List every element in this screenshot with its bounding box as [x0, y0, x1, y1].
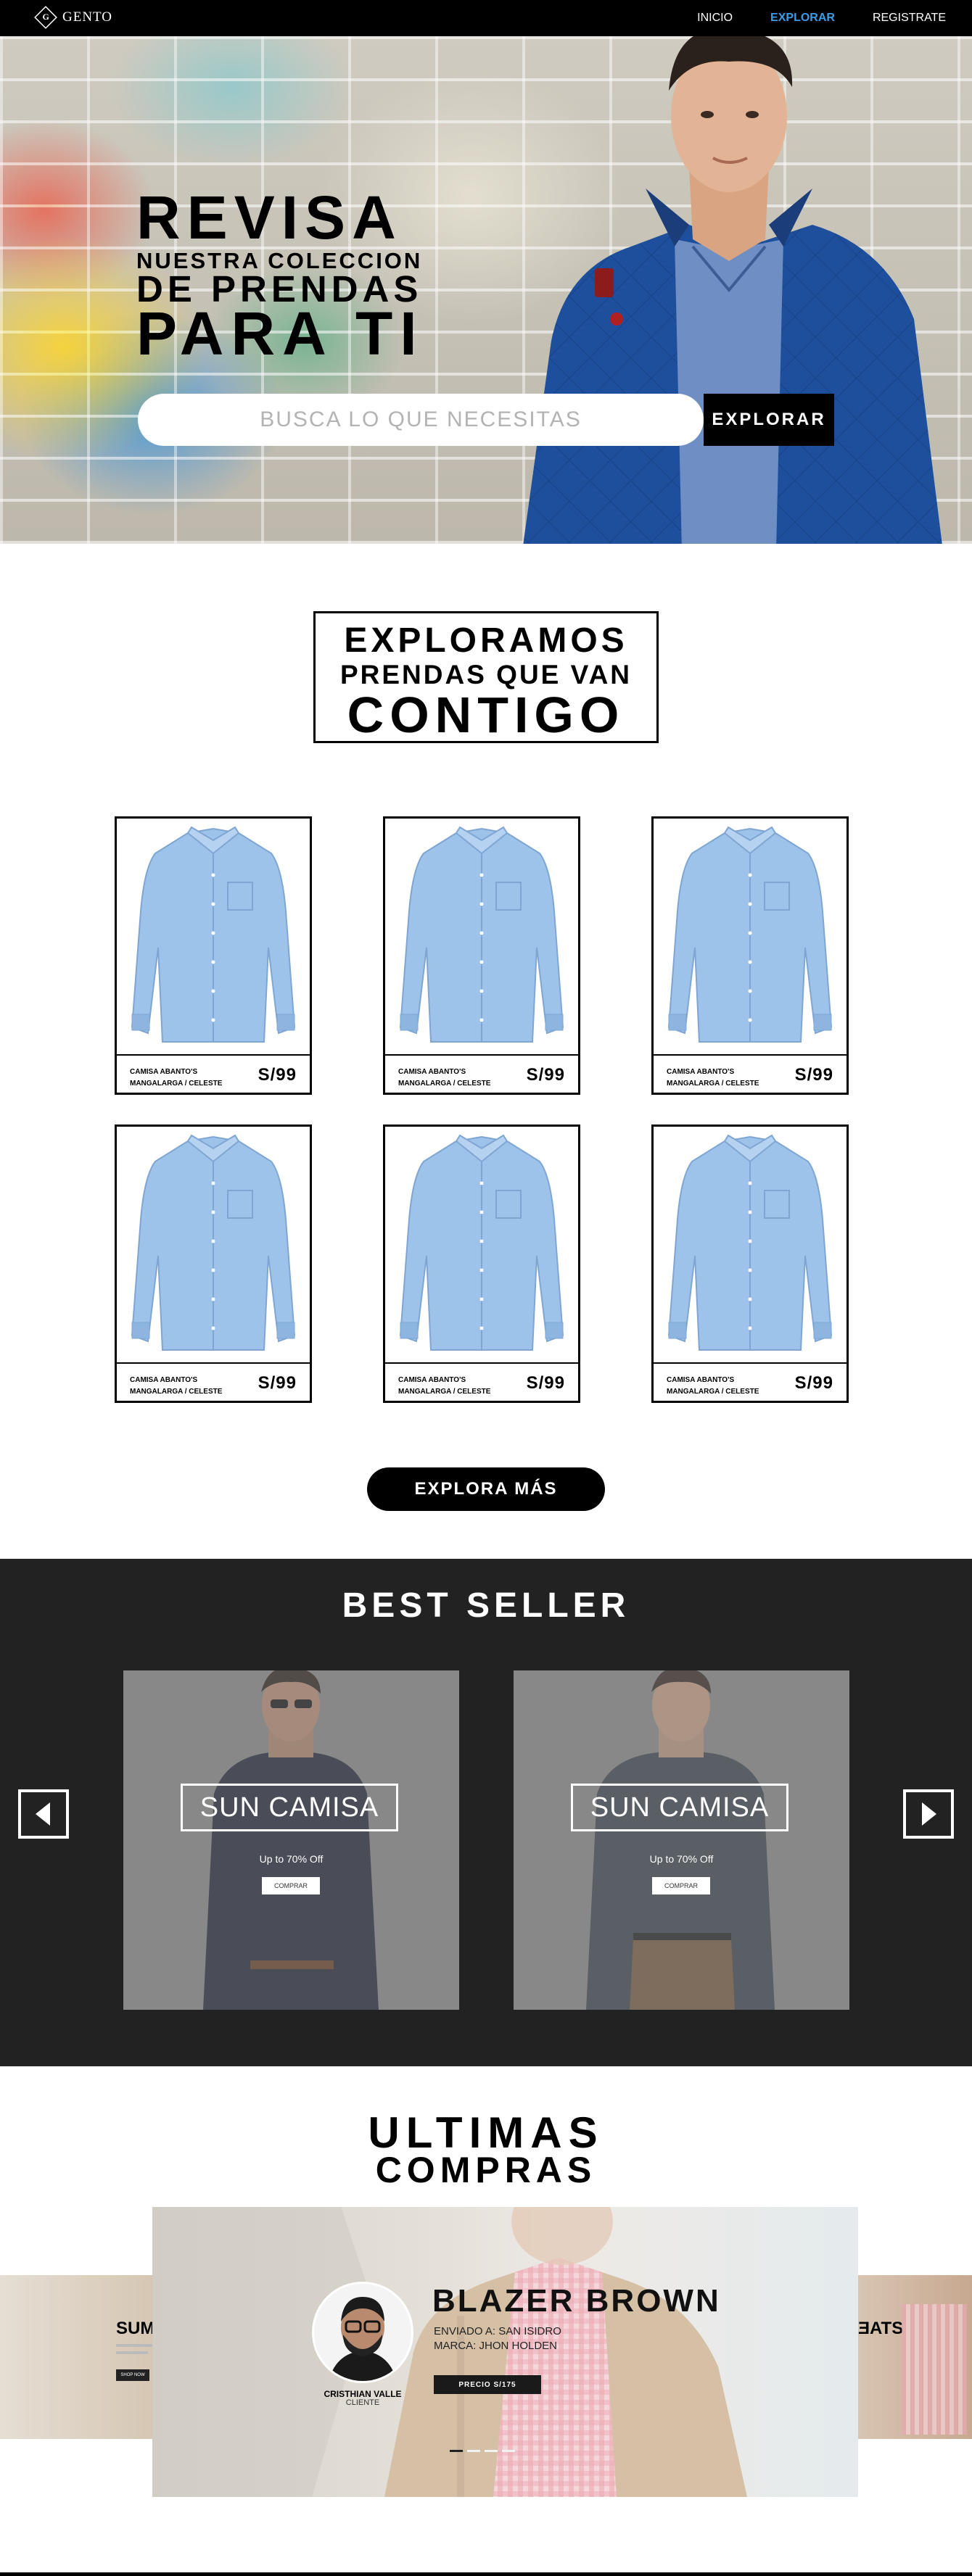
product-price: S/99 — [526, 1065, 565, 1085]
hero-title-line-1: REVISA — [136, 183, 403, 252]
shirt-image — [654, 819, 847, 1054]
card-overlay — [514, 1670, 849, 2010]
product-card[interactable]: CAMISA ABANTO'S MANGALARGA / CELESTE S/99 — [651, 1125, 849, 1403]
best-seller-section: BEST SELLER SUN CAMISA Up to 70% Off COM… — [0, 1559, 972, 2066]
customer-name: CRISTHIAN VALLE — [324, 2389, 402, 2399]
best-seller-card[interactable]: SUN CAMISA Up to 70% Off COMPRAR — [514, 1670, 849, 2010]
shirt-image — [654, 1127, 847, 1362]
page: G GENTO INICIO EXPLORAR REGISTRATE REVIS… — [0, 0, 972, 2576]
carousel-prev-button[interactable] — [18, 1789, 69, 1839]
card-title-box: SUN CAMISA — [181, 1784, 398, 1831]
explore-heading-line-3: CONTIGO — [347, 687, 625, 743]
purchase-sent-to: ENVIADO A: SAN ISIDRO — [434, 2325, 561, 2337]
card-offer: Up to 70% Off — [649, 1853, 714, 1865]
explore-more-button[interactable]: EXPLORA MÁS — [367, 1467, 605, 1511]
best-seller-card[interactable]: SUN CAMISA Up to 70% Off COMPRAR — [123, 1670, 459, 2010]
card-overlay — [123, 1670, 459, 2010]
side-card-shirt-pattern — [902, 2304, 967, 2435]
shirt-image — [385, 1127, 578, 1362]
side-card-title: SUM — [116, 2319, 152, 2338]
carousel-dot[interactable] — [467, 2450, 480, 2452]
search-input[interactable] — [138, 394, 704, 446]
carousel-side-card-right[interactable]: ƎATS — [858, 2275, 972, 2439]
product-price: S/99 — [794, 1065, 833, 1085]
product-card[interactable]: CAMISA ABANTO'S MANGALARGA / CELESTE S/99 — [651, 816, 849, 1095]
explore-heading-line-1: EXPLORAMOS — [344, 621, 628, 660]
best-seller-title: BEST SELLER — [342, 1586, 630, 1625]
product-name: CAMISA ABANTO'S MANGALARGA / CELESTE — [130, 1376, 223, 1396]
card-offer: Up to 70% Off — [259, 1853, 324, 1865]
product-price: S/99 — [526, 1373, 565, 1393]
top-nav: G GENTO INICIO EXPLORAR REGISTRATE — [0, 0, 972, 36]
explore-button[interactable]: EXPLORAR — [704, 394, 834, 446]
logo[interactable]: G GENTO — [34, 6, 113, 29]
price-button[interactable]: PRECIO S/175 — [434, 2375, 541, 2394]
carousel-dots — [450, 2450, 515, 2452]
card-title-box: SUN CAMISA — [571, 1784, 788, 1831]
product-price: S/99 — [794, 1373, 833, 1393]
nav-links: INICIO EXPLORAR REGISTRATE — [697, 0, 946, 36]
product-price: S/99 — [258, 1373, 297, 1393]
product-price: S/99 — [258, 1065, 297, 1085]
purchase-product-title: BLAZER BROWN — [432, 2283, 721, 2319]
product-name: CAMISA ABANTO'S MANGALARGA / CELESTE — [667, 1376, 759, 1396]
product-name: CAMISA ABANTO'S MANGALARGA / CELESTE — [130, 1068, 223, 1088]
carousel-dot[interactable] — [502, 2450, 515, 2452]
buy-button[interactable]: COMPRAR — [262, 1877, 320, 1894]
product-name: CAMISA ABANTO'S MANGALARGA / CELESTE — [398, 1376, 491, 1396]
side-card-button: SHOP NOW — [116, 2369, 149, 2381]
customer-photo — [314, 2284, 411, 2381]
side-card-title: ƎATS — [858, 2319, 904, 2338]
hero-model-image — [523, 36, 942, 544]
side-card-text — [116, 2344, 152, 2347]
hero-banner: REVISA NUESTRA COLECCION DE PRENDAS PARA… — [0, 36, 972, 544]
nav-link-explorar[interactable]: EXPLORAR — [770, 12, 835, 25]
carousel-dot[interactable] — [485, 2450, 498, 2452]
recent-title-line-1: ULTIMAS — [368, 2108, 604, 2157]
footer-border — [0, 2572, 972, 2576]
side-card-text — [116, 2351, 148, 2354]
shirt-image — [117, 1127, 310, 1362]
buy-button[interactable]: COMPRAR — [652, 1877, 710, 1894]
customer-role: CLIENTE — [345, 2398, 380, 2407]
recent-title-line-2: COMPRAS — [375, 2150, 597, 2190]
explore-heading-line-2: PRENDAS QUE VAN — [339, 660, 633, 689]
hero-title-line-4: PARA TI — [136, 299, 424, 368]
arrow-left-icon — [36, 1802, 50, 1826]
shirt-image — [117, 819, 310, 1054]
carousel-side-card-left[interactable]: SUM SHOP NOW — [0, 2275, 152, 2439]
nav-link-registrate[interactable]: REGISTRATE — [873, 12, 946, 25]
product-card[interactable]: CAMISA ABANTO'S MANGALARGA / CELESTE S/99 — [115, 816, 312, 1095]
product-card[interactable]: CAMISA ABANTO'S MANGALARGA / CELESTE S/99 — [115, 1125, 312, 1403]
divider — [654, 1054, 847, 1056]
nav-link-inicio[interactable]: INICIO — [697, 12, 733, 25]
divider — [385, 1054, 578, 1056]
purchase-details: ENVIADO A: SAN ISIDRO MARCA: JHON HOLDEN — [434, 2324, 561, 2353]
carousel-next-button[interactable] — [903, 1789, 954, 1839]
logo-mark-icon: G — [34, 6, 57, 29]
divider — [117, 1054, 310, 1056]
product-card[interactable]: CAMISA ABANTO'S MANGALARGA / CELESTE S/99 — [383, 1125, 580, 1403]
logo-text: GENTO — [62, 9, 113, 25]
purchase-brand: MARCA: JHON HOLDEN — [434, 2340, 558, 2352]
carousel-dot[interactable] — [450, 2450, 463, 2452]
divider — [385, 1362, 578, 1364]
recent-purchases-title: ULTIMAS COMPRAS — [0, 2108, 972, 2190]
product-card[interactable]: CAMISA ABANTO'S MANGALARGA / CELESTE S/99 — [383, 816, 580, 1095]
shirt-image — [385, 819, 578, 1054]
explore-heading-box: EXPLORAMOS PRENDAS QUE VAN CONTIGO — [313, 611, 659, 743]
divider — [654, 1362, 847, 1364]
divider — [117, 1362, 310, 1364]
arrow-right-icon — [922, 1802, 936, 1826]
hero-title: REVISA NUESTRA COLECCION DE PRENDAS PARA… — [136, 187, 424, 364]
product-name: CAMISA ABANTO'S MANGALARGA / CELESTE — [398, 1068, 491, 1088]
product-name: CAMISA ABANTO'S MANGALARGA / CELESTE — [667, 1068, 759, 1088]
customer-avatar — [312, 2282, 413, 2383]
